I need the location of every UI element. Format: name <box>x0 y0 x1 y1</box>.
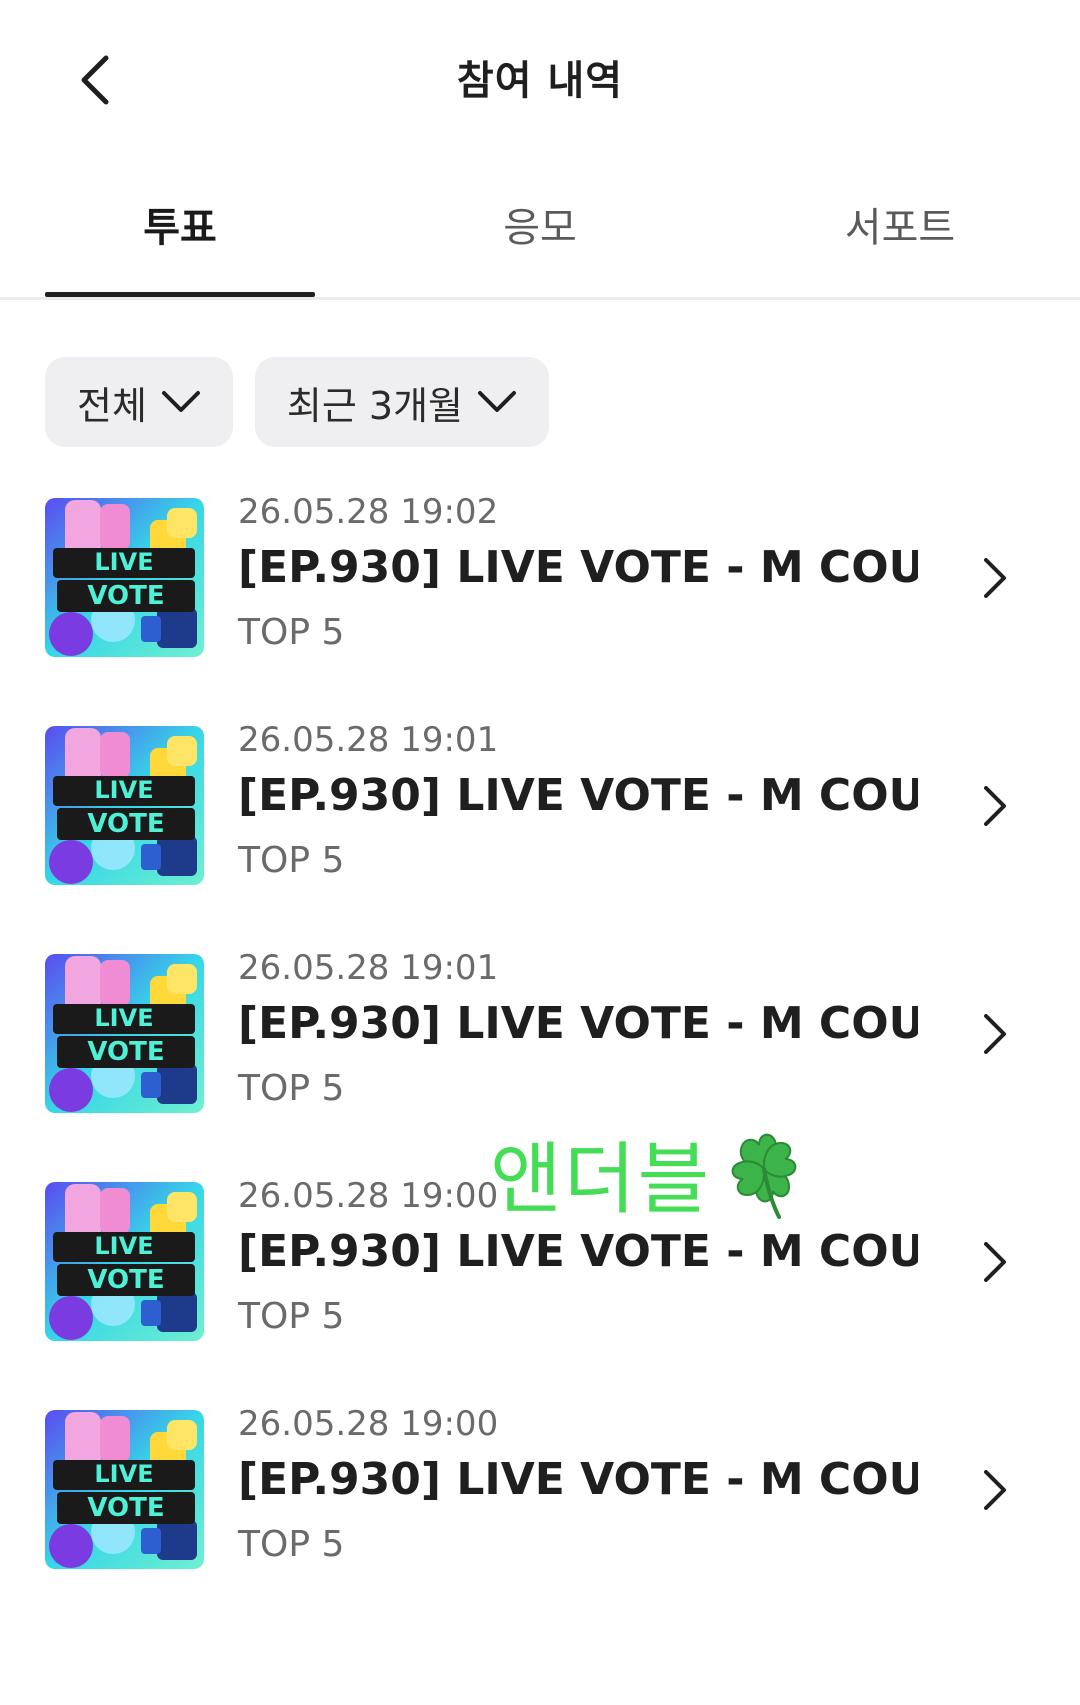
svg-text:LIVE: LIVE <box>94 1004 153 1032</box>
item-date: 26.05.28 19:00 <box>238 1176 499 1216</box>
tab-entry[interactable]: 응모 <box>405 195 675 297</box>
svg-text:VOTE: VOTE <box>87 1037 164 1067</box>
vote-thumbnail: LIVE VOTE <box>45 498 204 657</box>
item-subtitle: TOP 5 <box>238 840 345 881</box>
item-date: 26.05.28 19:00 <box>238 1404 499 1444</box>
chevron-down-icon <box>478 391 517 412</box>
item-title: [EP.930] LIVE VOTE - M COUN... <box>238 1226 918 1277</box>
item-title: [EP.930] LIVE VOTE - M COUN... <box>238 998 918 1049</box>
filter-period-dropdown[interactable]: 최근 3개월 <box>254 357 550 447</box>
tab-support[interactable]: 서포트 <box>765 195 1035 297</box>
item-date: 26.05.28 19:01 <box>238 948 499 988</box>
svg-text:LIVE: LIVE <box>94 548 153 576</box>
item-date: 26.05.28 19:01 <box>238 720 499 760</box>
vote-thumbnail: LIVE VOTE <box>45 726 204 885</box>
four-leaf-clover-icon <box>731 1133 797 1219</box>
svg-text:LIVE: LIVE <box>94 1232 153 1260</box>
overlay-text: 앤더블 <box>490 1135 712 1225</box>
svg-text:VOTE: VOTE <box>87 1265 164 1295</box>
item-title: [EP.930] LIVE VOTE - M COUN... <box>238 542 918 593</box>
vote-thumbnail: LIVE VOTE <box>45 1410 204 1569</box>
svg-text:VOTE: VOTE <box>87 1493 164 1523</box>
svg-text:VOTE: VOTE <box>87 809 164 839</box>
item-subtitle: TOP 5 <box>238 1068 345 1109</box>
vote-thumbnail: LIVE VOTE <box>45 954 204 1113</box>
list-item[interactable]: LIVE VOTE 26.05.28 19:01 [EP.930] LIVE V… <box>0 946 1080 1146</box>
page-title: 참여 내역 <box>456 58 624 104</box>
header: 참여 내역 <box>0 0 1080 160</box>
item-subtitle: TOP 5 <box>238 1524 345 1565</box>
list-item[interactable]: LIVE VOTE 26.05.28 19:01 [EP.930] LIVE V… <box>0 718 1080 918</box>
list-item[interactable]: LIVE VOTE 26.05.28 19:00 [EP.930] LIVE V… <box>0 1402 1080 1602</box>
chevron-right-icon <box>984 1242 1006 1282</box>
list-item[interactable]: LIVE VOTE 26.05.28 19:02 [EP.930] LIVE V… <box>0 490 1080 690</box>
filter-category-label: 전체 <box>77 383 147 428</box>
filter-bar: 전체 최근 3개월 <box>45 357 550 447</box>
chevron-right-icon <box>984 1014 1006 1054</box>
item-title: [EP.930] LIVE VOTE - M COUN... <box>238 1454 918 1505</box>
item-subtitle: TOP 5 <box>238 612 345 653</box>
overlay-sticker: 앤더블 <box>490 1118 807 1228</box>
filter-period-label: 최근 3개월 <box>286 383 464 428</box>
chevron-right-icon <box>984 558 1006 598</box>
vote-thumbnail: LIVE VOTE <box>45 1182 204 1341</box>
chevron-right-icon <box>984 786 1006 826</box>
chevron-down-icon <box>161 391 200 412</box>
tab-bar: 투표 응모 서포트 <box>0 185 1080 300</box>
chevron-right-icon <box>984 1470 1006 1510</box>
item-date: 26.05.28 19:02 <box>238 492 499 532</box>
item-subtitle: TOP 5 <box>238 1296 345 1337</box>
svg-text:LIVE: LIVE <box>94 776 153 804</box>
active-tab-indicator <box>45 292 315 297</box>
svg-text:VOTE: VOTE <box>87 581 164 611</box>
item-title: [EP.930] LIVE VOTE - M COUN... <box>238 770 918 821</box>
svg-text:LIVE: LIVE <box>94 1460 153 1488</box>
tab-vote[interactable]: 투표 <box>45 195 315 297</box>
filter-category-dropdown[interactable]: 전체 <box>45 357 233 447</box>
